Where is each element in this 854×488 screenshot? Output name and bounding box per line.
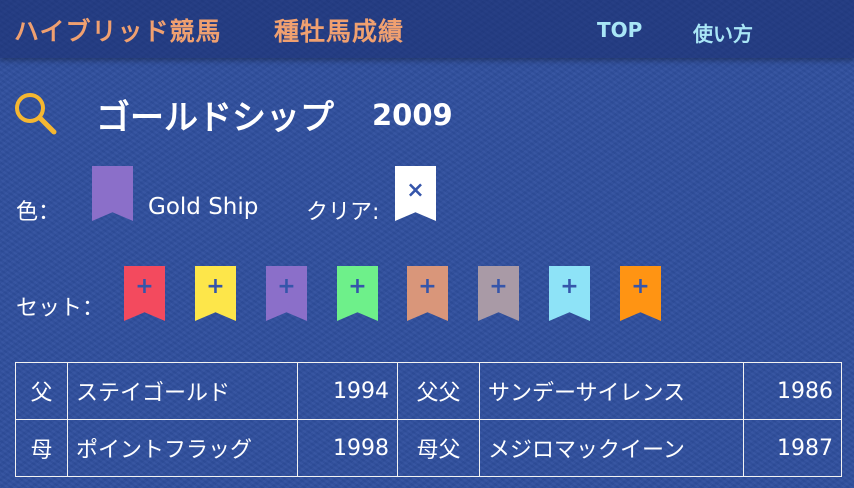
plus-icon: +: [277, 274, 296, 299]
relation-cell: 母: [15, 419, 68, 477]
set-label: セット：: [16, 296, 105, 321]
plus-icon: +: [489, 274, 508, 299]
nav-top-link[interactable]: TOP: [597, 18, 642, 42]
set-color-button-red[interactable]: +: [124, 266, 165, 321]
site-title[interactable]: ハイブリッド競馬: [14, 12, 222, 48]
set-color-button-yellow[interactable]: +: [195, 266, 236, 321]
plus-icon: +: [418, 274, 437, 299]
set-color-button-tan[interactable]: +: [407, 266, 448, 321]
horse-birth-year: 2009: [372, 98, 453, 132]
dam-name[interactable]: ポイントフラッグ: [67, 419, 298, 477]
search-icon[interactable]: [12, 90, 58, 136]
set-color-button-mauve[interactable]: +: [478, 266, 519, 321]
clear-label: クリア:: [306, 200, 380, 225]
plus-icon: +: [135, 274, 154, 299]
plus-icon: +: [631, 274, 650, 299]
close-icon: ×: [406, 178, 425, 203]
relation-cell: 父: [15, 362, 68, 420]
color-label: 色：: [16, 200, 61, 225]
set-color-button-cyan[interactable]: +: [549, 266, 590, 321]
dam-sire-year: 1987: [743, 419, 842, 477]
plus-icon: +: [348, 274, 367, 299]
sire-sire-name[interactable]: サンデーサイレンス: [479, 362, 744, 420]
nav-howto-link[interactable]: 使い方: [693, 18, 753, 47]
color-name: Gold Ship: [148, 194, 259, 220]
dam-sire-name[interactable]: メジロマックイーン: [479, 419, 744, 477]
set-color-button-purple[interactable]: +: [266, 266, 307, 321]
relation-cell: 父父: [397, 362, 480, 420]
page-title: 種牡馬成績: [274, 17, 405, 46]
pedigree-table: 父 ステイゴールド 1994 父父 サンデーサイレンス 1986 母 ポイントフ…: [15, 362, 842, 477]
current-color-bookmark-icon: [92, 166, 133, 221]
clear-bookmark-button[interactable]: ×: [395, 166, 436, 221]
sire-sire-year: 1986: [743, 362, 842, 420]
table-row: 父 ステイゴールド 1994 父父 サンデーサイレンス 1986: [15, 362, 842, 420]
set-color-button-orange[interactable]: +: [620, 266, 661, 321]
sire-name[interactable]: ステイゴールド: [67, 362, 298, 420]
horse-name: ゴールドシップ: [96, 98, 334, 138]
table-row: 母 ポイントフラッグ 1998 母父 メジロマックイーン 1987: [15, 419, 842, 477]
sire-year: 1994: [297, 362, 398, 420]
plus-icon: +: [560, 274, 579, 299]
header-bar: ハイブリッド競馬 種牡馬成績 TOP 使い方: [0, 0, 854, 58]
plus-icon: +: [206, 274, 225, 299]
set-color-button-green[interactable]: +: [337, 266, 378, 321]
dam-year: 1998: [297, 419, 398, 477]
relation-cell: 母父: [397, 419, 480, 477]
